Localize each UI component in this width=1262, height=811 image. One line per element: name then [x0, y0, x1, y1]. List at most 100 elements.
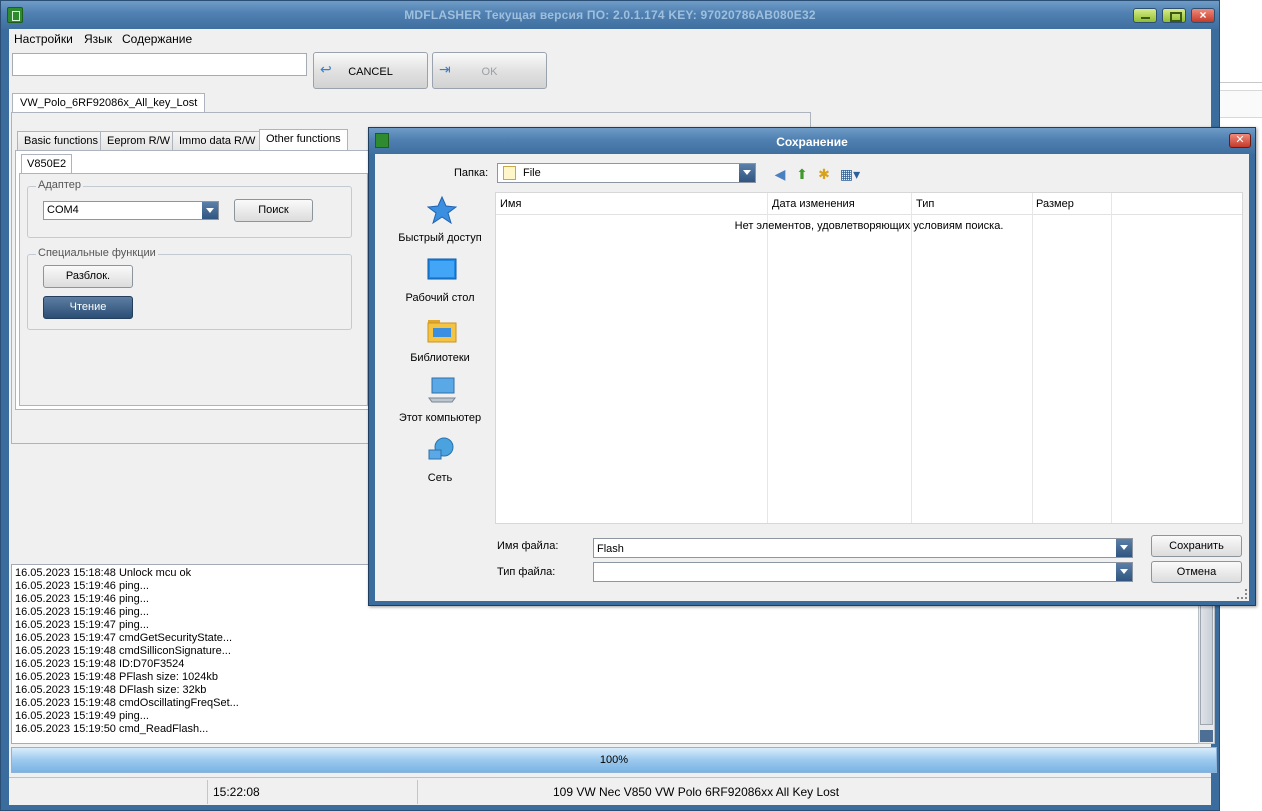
log-line: 16.05.2023 15:19:48 ID:D70F3524: [15, 658, 185, 670]
filetype-label: Тип файла:: [497, 566, 556, 578]
close-icon: ✕: [1235, 134, 1245, 146]
star-icon: [427, 196, 457, 224]
network-icon: [428, 437, 454, 460]
place-quick-access[interactable]: Быстрый доступ: [387, 192, 493, 252]
column-divider: [1111, 193, 1112, 523]
chevron-down-icon[interactable]: [202, 202, 218, 219]
unlock-button[interactable]: Разблок.: [43, 265, 133, 288]
column-name[interactable]: Имя: [500, 198, 521, 210]
port-select[interactable]: COM4: [43, 201, 219, 220]
place-desktop[interactable]: Рабочий стол: [387, 252, 493, 312]
v850e2-panel: Адаптер COM4 Поиск Специальные функции Р…: [19, 173, 368, 406]
tab-other-functions[interactable]: Other functions: [259, 129, 348, 151]
tab-immo-data-rw[interactable]: Immo data R/W: [172, 131, 263, 151]
column-divider: [767, 193, 768, 523]
dialog-title: Сохранение: [776, 135, 848, 149]
background-window-fragment: [1218, 90, 1262, 118]
place-network[interactable]: Сеть: [387, 432, 493, 492]
log-line: 16.05.2023 15:19:48 PFlash size: 1024kb: [15, 671, 219, 683]
place-this-pc[interactable]: Этот компьютер: [387, 372, 493, 432]
filename-input[interactable]: Flash: [593, 538, 1133, 558]
minimize-button[interactable]: [1133, 8, 1157, 23]
chevron-down-icon[interactable]: [1116, 539, 1132, 557]
dialog-close-button[interactable]: ✕: [1229, 133, 1251, 148]
status-separator: [417, 780, 418, 804]
window-title: MDFLASHER Текущая версия ПО: 2.0.1.174 K…: [404, 8, 816, 22]
computer-icon: [428, 377, 456, 403]
file-list-header: Имя Дата изменения Тип Размер: [496, 193, 1242, 215]
background-divider: [1218, 82, 1262, 83]
dialog-title-bar[interactable]: Сохранение ✕: [369, 128, 1255, 154]
menu-contents[interactable]: Содержание: [122, 32, 192, 46]
file-list[interactable]: Имя Дата изменения Тип Размер Нет элемен…: [495, 192, 1243, 524]
place-libraries[interactable]: Библиотеки: [387, 312, 493, 372]
maximize-button[interactable]: [1162, 8, 1186, 23]
progress-label: 100%: [599, 754, 629, 766]
search-button[interactable]: Поиск: [234, 199, 313, 222]
folder-value: File: [523, 167, 541, 179]
log-line: 16.05.2023 15:19:46 ping...: [15, 580, 149, 592]
scroll-down-icon[interactable]: [1200, 730, 1213, 742]
status-info: 109 VW Nec V850 VW Polo 6RF92086xx All K…: [553, 785, 840, 799]
column-divider: [1032, 193, 1033, 523]
cancel-button[interactable]: ↩ CANCEL: [313, 52, 428, 89]
status-time: 15:22:08: [213, 785, 260, 799]
save-button[interactable]: Сохранить: [1151, 535, 1242, 557]
log-line: 16.05.2023 15:19:50 cmd_ReadFlash...: [15, 723, 209, 735]
up-folder-icon[interactable]: ⬆: [794, 166, 810, 182]
status-separator: [207, 780, 208, 804]
column-divider: [911, 193, 912, 523]
column-date-modified[interactable]: Дата изменения: [772, 198, 855, 210]
log-line: 16.05.2023 15:19:47 cmdGetSecurityState.…: [15, 632, 233, 644]
top-text-field[interactable]: [12, 53, 307, 76]
filetype-select[interactable]: [593, 562, 1133, 582]
tab-eeprom-rw[interactable]: Eeprom R/W: [100, 131, 177, 151]
subtab-v850e2[interactable]: V850E2: [21, 154, 73, 174]
ok-button[interactable]: ⇥ OK: [432, 52, 547, 89]
menu-bar: Настройки Язык Содержание: [9, 29, 1211, 49]
log-line: 16.05.2023 15:19:46 ping...: [15, 606, 149, 618]
toolbar: ↩ CANCEL ⇥ OK: [9, 49, 1211, 93]
log-line: 16.05.2023 15:19:46 ping...: [15, 593, 149, 605]
desktop-icon: [427, 258, 457, 280]
column-size[interactable]: Размер: [1036, 198, 1074, 210]
chevron-down-icon[interactable]: [739, 164, 755, 182]
dialog-cancel-button[interactable]: Отмена: [1151, 561, 1242, 583]
menu-language[interactable]: Язык: [84, 32, 112, 46]
library-folder-icon: [427, 320, 457, 343]
filename-label: Имя файла:: [497, 540, 559, 552]
resize-grip[interactable]: [1237, 589, 1247, 599]
places-bar: Быстрый доступ Рабочий стол Библиотеки Э…: [387, 192, 493, 502]
port-value: COM4: [47, 204, 79, 216]
progress-bar: 100%: [11, 747, 1217, 773]
log-line: 16.05.2023 15:18:48 Unlock mcu ok: [15, 567, 192, 579]
log-line: 16.05.2023 15:19:49 ping...: [15, 710, 149, 722]
status-bar: 15:22:08 109 VW Nec V850 VW Polo 6RF9208…: [9, 777, 1211, 805]
new-folder-icon[interactable]: ✱: [816, 166, 832, 182]
close-icon: ×: [1199, 8, 1207, 22]
read-button[interactable]: Чтение: [43, 296, 133, 319]
log-line: 16.05.2023 15:19:47 ping...: [15, 619, 149, 631]
special-functions-label: Специальные функции: [36, 247, 158, 259]
tab-basic-functions[interactable]: Basic functions: [17, 131, 105, 151]
document-tab[interactable]: VW_Polo_6RF92086x_All_key_Lost: [12, 93, 206, 113]
empty-list-message: Нет элементов, удовлетворяющих условиям …: [734, 220, 1004, 232]
special-functions-group: Специальные функции Разблок. Чтение: [27, 247, 352, 330]
adapter-group: Адаптер COM4 Поиск: [27, 179, 352, 238]
chevron-down-icon[interactable]: [1116, 563, 1132, 581]
dialog-client: Папка: File ◀ ⬆ ✱ ▦▾ Быстрый доступ Рабо…: [375, 154, 1249, 601]
filename-value: Flash: [597, 543, 624, 555]
adapter-group-label: Адаптер: [36, 179, 83, 191]
column-type[interactable]: Тип: [916, 198, 934, 210]
close-button[interactable]: ×: [1191, 8, 1215, 23]
log-line: 16.05.2023 15:19:48 cmdOscillatingFreqSe…: [15, 697, 239, 709]
title-bar[interactable]: MDFLASHER Текущая версия ПО: 2.0.1.174 K…: [1, 1, 1219, 29]
log-line: 16.05.2023 15:19:48 DFlash size: 32kb: [15, 684, 207, 696]
save-dialog: Сохранение ✕ Папка: File ◀ ⬆ ✱ ▦▾ Быстры…: [368, 127, 1256, 606]
folder-select[interactable]: File: [497, 163, 756, 183]
menu-settings[interactable]: Настройки: [14, 32, 73, 46]
back-icon[interactable]: ◀: [772, 166, 788, 182]
log-line: 16.05.2023 15:19:48 cmdSilliconSignature…: [15, 645, 231, 657]
view-menu-icon[interactable]: ▦▾: [839, 166, 861, 182]
scrollbar-thumb[interactable]: [1200, 605, 1213, 725]
